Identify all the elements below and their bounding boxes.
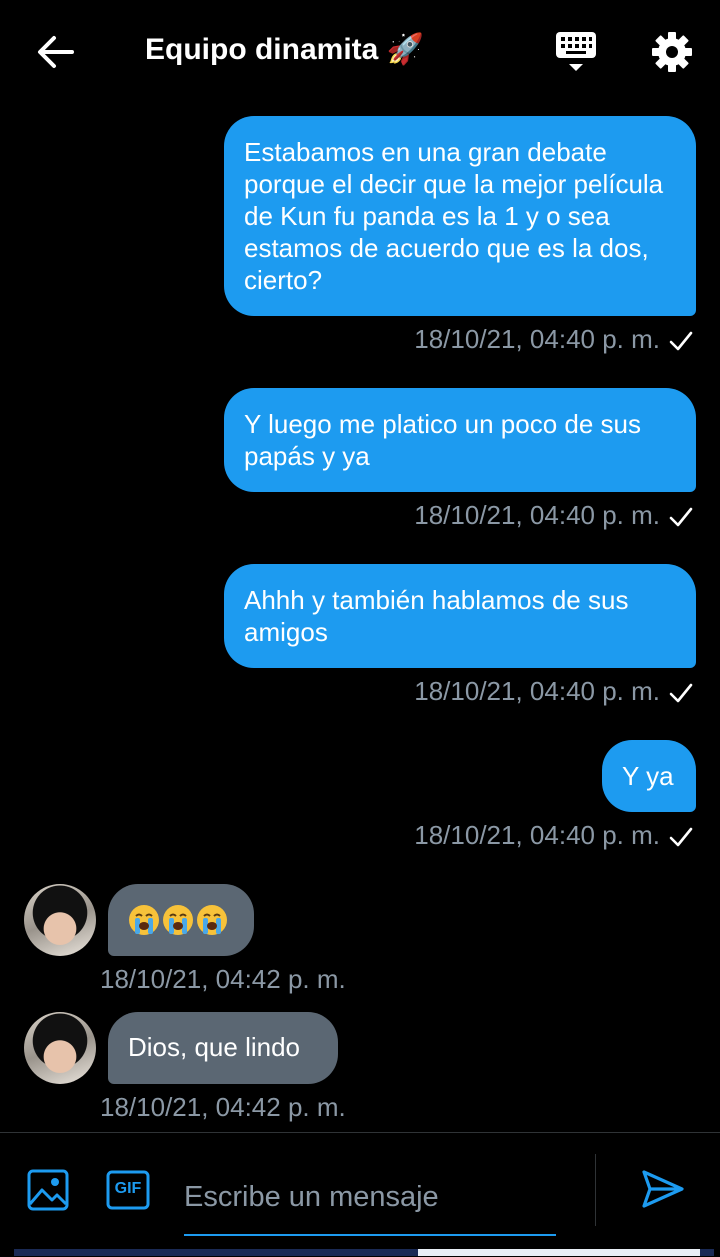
keyboard-icon bbox=[556, 32, 596, 71]
emoji-message bbox=[128, 903, 230, 936]
message-timestamp: 18/10/21, 04:40 p. m. bbox=[414, 500, 660, 530]
bottom-edge-strip bbox=[418, 1249, 700, 1256]
message-bubble-incoming[interactable] bbox=[108, 884, 254, 956]
message-text: Ahhh y también hablamos de sus amigos bbox=[244, 585, 629, 647]
avatar[interactable] bbox=[24, 1012, 96, 1084]
message-bubble-outgoing[interactable]: Y ya bbox=[602, 740, 696, 812]
arrow-left-icon bbox=[38, 36, 74, 68]
conversation-title[interactable]: Equipo dinamita 🚀 bbox=[145, 32, 424, 67]
send-icon bbox=[642, 1170, 684, 1208]
message-input[interactable] bbox=[184, 1160, 556, 1236]
loudly-crying-face-icon bbox=[129, 905, 159, 936]
message-timestamp: 18/10/21, 04:40 p. m. bbox=[414, 324, 660, 354]
checkmark-icon bbox=[669, 827, 693, 847]
message-timestamp: 18/10/21, 04:42 p. m. bbox=[100, 964, 346, 994]
add-image-button[interactable] bbox=[26, 1168, 70, 1212]
message-text: Y luego me platico un poco de sus papás … bbox=[244, 409, 642, 471]
message-text: Y ya bbox=[622, 761, 674, 791]
message-text: Estabamos en una gran debate porque el d… bbox=[244, 137, 664, 295]
checkmark-icon bbox=[669, 683, 693, 703]
back-button[interactable] bbox=[34, 30, 78, 74]
conversation-header: Equipo dinamita 🚀 bbox=[0, 0, 720, 104]
checkmark-icon bbox=[669, 331, 693, 351]
checkmark-icon bbox=[669, 507, 693, 527]
message-text: Dios, que lindo bbox=[128, 1032, 300, 1062]
composer-divider bbox=[595, 1154, 596, 1226]
settings-button[interactable] bbox=[648, 28, 696, 76]
message-bubble-incoming[interactable]: Dios, que lindo bbox=[108, 1012, 338, 1084]
message-bubble-outgoing[interactable]: Estabamos en una gran debate porque el d… bbox=[224, 116, 696, 316]
add-gif-button[interactable]: GIF bbox=[106, 1170, 150, 1210]
message-bubble-outgoing[interactable]: Ahhh y también hablamos de sus amigos bbox=[224, 564, 696, 668]
message-timestamp: 18/10/21, 04:42 p. m. bbox=[100, 1092, 346, 1122]
loudly-crying-face-icon bbox=[163, 905, 193, 936]
loudly-crying-face-icon bbox=[197, 905, 227, 936]
message-timestamp: 18/10/21, 04:40 p. m. bbox=[414, 676, 660, 706]
gear-icon bbox=[652, 32, 692, 72]
image-icon bbox=[27, 1169, 69, 1211]
message-bubble-outgoing[interactable]: Y luego me platico un poco de sus papás … bbox=[224, 388, 696, 492]
keyboard-shortcuts-button[interactable] bbox=[552, 28, 600, 76]
send-button[interactable] bbox=[640, 1166, 686, 1212]
message-timestamp: 18/10/21, 04:40 p. m. bbox=[414, 820, 660, 850]
gif-label: GIF bbox=[114, 1180, 142, 1197]
avatar[interactable] bbox=[24, 884, 96, 956]
